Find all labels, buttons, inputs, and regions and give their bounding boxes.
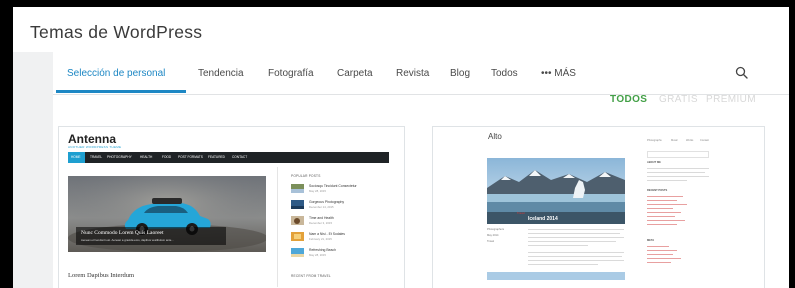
post-thumbnail: [291, 248, 304, 257]
search-icon[interactable]: [734, 65, 750, 81]
popular-post-date: May 28, 2015: [309, 253, 326, 257]
tab-blog[interactable]: Blog: [450, 68, 470, 79]
tab-todos[interactable]: Todos: [491, 68, 518, 79]
popular-post-date: December 3, 2015: [309, 221, 333, 225]
alto-sidebar-heading: ABOUT ME: [647, 161, 661, 164]
antenna-hero-excerpt: Aenean et hendrerit est. Aenean a gravid…: [81, 238, 174, 242]
alto-sidebar-heading: META: [647, 239, 655, 242]
alto-hero-image: [487, 158, 625, 224]
post-thumbnail: [291, 200, 304, 209]
popular-post-title: Sociosqu Tincidunt Consectetur: [309, 184, 357, 188]
alto-hero-title: Iceland 2014: [528, 216, 558, 222]
antenna-menu-item: HEALTH: [140, 155, 153, 159]
popular-post-date: May 28, 2015: [309, 189, 326, 193]
popular-post-title: Refreshing Beach: [309, 248, 336, 252]
alto-search-box: [647, 151, 709, 158]
antenna-menu-item: FEATURED: [208, 155, 225, 159]
alto-menu-item: Photographs: [647, 139, 662, 142]
post-thumbnail: [291, 184, 304, 193]
theme-category-nav: Selección de personal Tendencia Fotograf…: [53, 52, 789, 95]
tab-revista[interactable]: Revista: [396, 68, 429, 79]
antenna-logo: Antenna: [68, 132, 116, 146]
tab-seleccion-de-personal[interactable]: Selección de personal: [67, 68, 165, 79]
popular-post-date: February 21, 2015: [309, 237, 332, 241]
themes-content: TODOS GRATIS PREMIUM Antenna ANOTHER WOR…: [53, 94, 789, 288]
alto-menu-item: Contact: [700, 139, 709, 142]
popular-post-title: Time and Health: [309, 216, 334, 220]
tab-carpeta[interactable]: Carpeta: [337, 68, 373, 79]
popular-post-title: Gorgeous Photography: [309, 200, 345, 204]
theme-card-alto[interactable]: Alto Photographs Music Works Contact Tra…: [432, 126, 765, 288]
antenna-menu-item: HOME: [71, 155, 81, 159]
antenna-hero-image: Nunc Commodo Lorem Quis Laoreet Aenean e…: [68, 176, 266, 252]
popular-post-date: December 14, 2015: [309, 205, 334, 209]
filter-gratis[interactable]: GRATIS: [659, 94, 698, 105]
post-thumbnail: [291, 216, 304, 225]
popular-post-title: Nam a Nisi - Et Sodales: [309, 232, 345, 236]
antenna-hero-caption: Nunc Commodo Lorem Quis Laoreet Aenean e…: [76, 227, 226, 245]
antenna-menu-item: FOOD: [162, 155, 172, 159]
alto-next-post-image: [487, 272, 625, 280]
antenna-hero-title: Nunc Commodo Lorem Quis Laoreet: [81, 230, 164, 236]
tab-fotografia[interactable]: Fotografía: [268, 68, 314, 79]
iceland-landscape-photo: [487, 158, 625, 224]
alto-menu-item: Music: [671, 139, 678, 142]
theme-card-antenna[interactable]: Antenna ANOTHER WORDPRESS THEME HOME TRA…: [58, 126, 405, 288]
alto-post-meta: Photographers: [487, 228, 505, 231]
antenna-menu-item: POST FORMATS: [178, 155, 203, 159]
antenna-popular-heading: POPULAR POSTS: [291, 174, 321, 178]
themes-window: Temas de WordPress Selección de personal…: [13, 7, 789, 288]
alto-menu-item: Works: [686, 139, 694, 142]
alto-hero-category: Travel: [517, 211, 525, 215]
post-thumbnail: [291, 232, 304, 241]
page-title: Temas de WordPress: [30, 22, 203, 42]
antenna-recent-heading: RECENT FROM TRAVEL: [291, 274, 331, 278]
antenna-sidebar-divider: [277, 167, 278, 287]
alto-logo: Alto: [488, 132, 502, 141]
antenna-tagline: ANOTHER WORDPRESS THEME: [68, 145, 122, 149]
antenna-menu-item: TRAVEL: [90, 155, 103, 159]
antenna-menu-bar: HOME TRAVEL PHOTOGRAPHY HEALTH FOOD POST…: [68, 152, 389, 163]
filter-premium[interactable]: PREMIUM: [706, 94, 756, 105]
antenna-menu-item: PHOTOGRAPHY: [107, 155, 132, 159]
alto-post-meta: May 2014: [487, 234, 499, 237]
tab-tendencia[interactable]: Tendencia: [198, 68, 244, 79]
filter-todos[interactable]: TODOS: [610, 94, 647, 105]
antenna-post-title: Lorem Dapibus Interdum: [68, 272, 135, 279]
active-tab-indicator: [56, 90, 186, 93]
alto-post-meta: Travel: [487, 240, 495, 243]
tab-mas[interactable]: ••• MÁS: [541, 68, 576, 79]
alto-sidebar-heading: RECENT POSTS: [647, 189, 668, 192]
antenna-menu-item: CONTACT: [232, 155, 248, 159]
